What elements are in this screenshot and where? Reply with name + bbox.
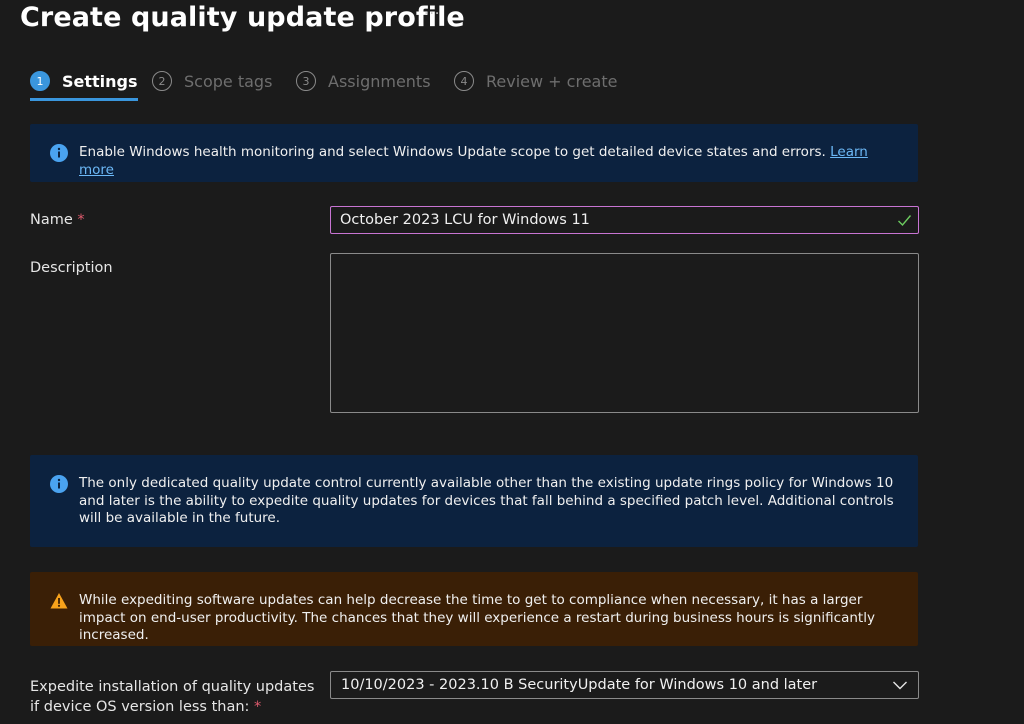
tab-assignments[interactable]: 3 Assignments <box>296 66 431 96</box>
tab-label: Settings <box>62 71 138 91</box>
health-monitoring-info-banner: Enable Windows health monitoring and sel… <box>30 124 918 182</box>
tab-scope-tags[interactable]: 2 Scope tags <box>152 66 272 96</box>
warning-icon <box>50 593 68 609</box>
step-number-badge: 3 <box>296 71 316 91</box>
expedite-label-text: Expedite installation of quality updates… <box>30 679 315 715</box>
description-field-label: Description <box>30 260 113 276</box>
step-number-badge: 1 <box>30 71 50 91</box>
page-title: Create quality update profile <box>20 2 465 33</box>
name-label-text: Name <box>30 212 73 228</box>
more-options-button[interactable]: ··· <box>424 6 440 22</box>
name-input[interactable]: October 2023 LCU for Windows 11 <box>330 206 919 234</box>
tab-review-create[interactable]: 4 Review + create <box>454 66 617 96</box>
banner-text: Enable Windows health monitoring and sel… <box>79 144 902 179</box>
quality-update-controls-info-banner: The only dedicated quality update contro… <box>30 455 918 547</box>
required-marker: * <box>77 212 85 228</box>
tab-settings[interactable]: 1 Settings <box>30 66 138 101</box>
required-marker: * <box>254 699 262 715</box>
step-number-badge: 4 <box>454 71 474 91</box>
name-field-label: Name * <box>30 212 85 228</box>
checkmark-icon <box>898 215 912 227</box>
expedite-field-label: Expedite installation of quality updates… <box>30 677 320 717</box>
dropdown-selected-value: 10/10/2023 - 2023.10 B SecurityUpdate fo… <box>341 677 818 693</box>
banner-message: The only dedicated quality update contro… <box>79 475 894 526</box>
tab-label: Assignments <box>328 71 431 91</box>
expedite-version-dropdown[interactable]: 10/10/2023 - 2023.10 B SecurityUpdate fo… <box>330 671 919 699</box>
description-textarea[interactable] <box>330 253 919 413</box>
banner-message: While expediting software updates can he… <box>79 592 875 643</box>
info-icon <box>50 144 68 162</box>
banner-message: Enable Windows health monitoring and sel… <box>79 144 826 160</box>
tab-label: Review + create <box>486 71 618 91</box>
step-number-badge: 2 <box>152 71 172 91</box>
expedite-warning-banner: While expediting software updates can he… <box>30 572 918 646</box>
name-input-value: October 2023 LCU for Windows 11 <box>340 212 590 228</box>
chevron-down-icon <box>893 681 907 690</box>
info-icon <box>50 475 68 493</box>
tab-label: Scope tags <box>184 71 273 91</box>
